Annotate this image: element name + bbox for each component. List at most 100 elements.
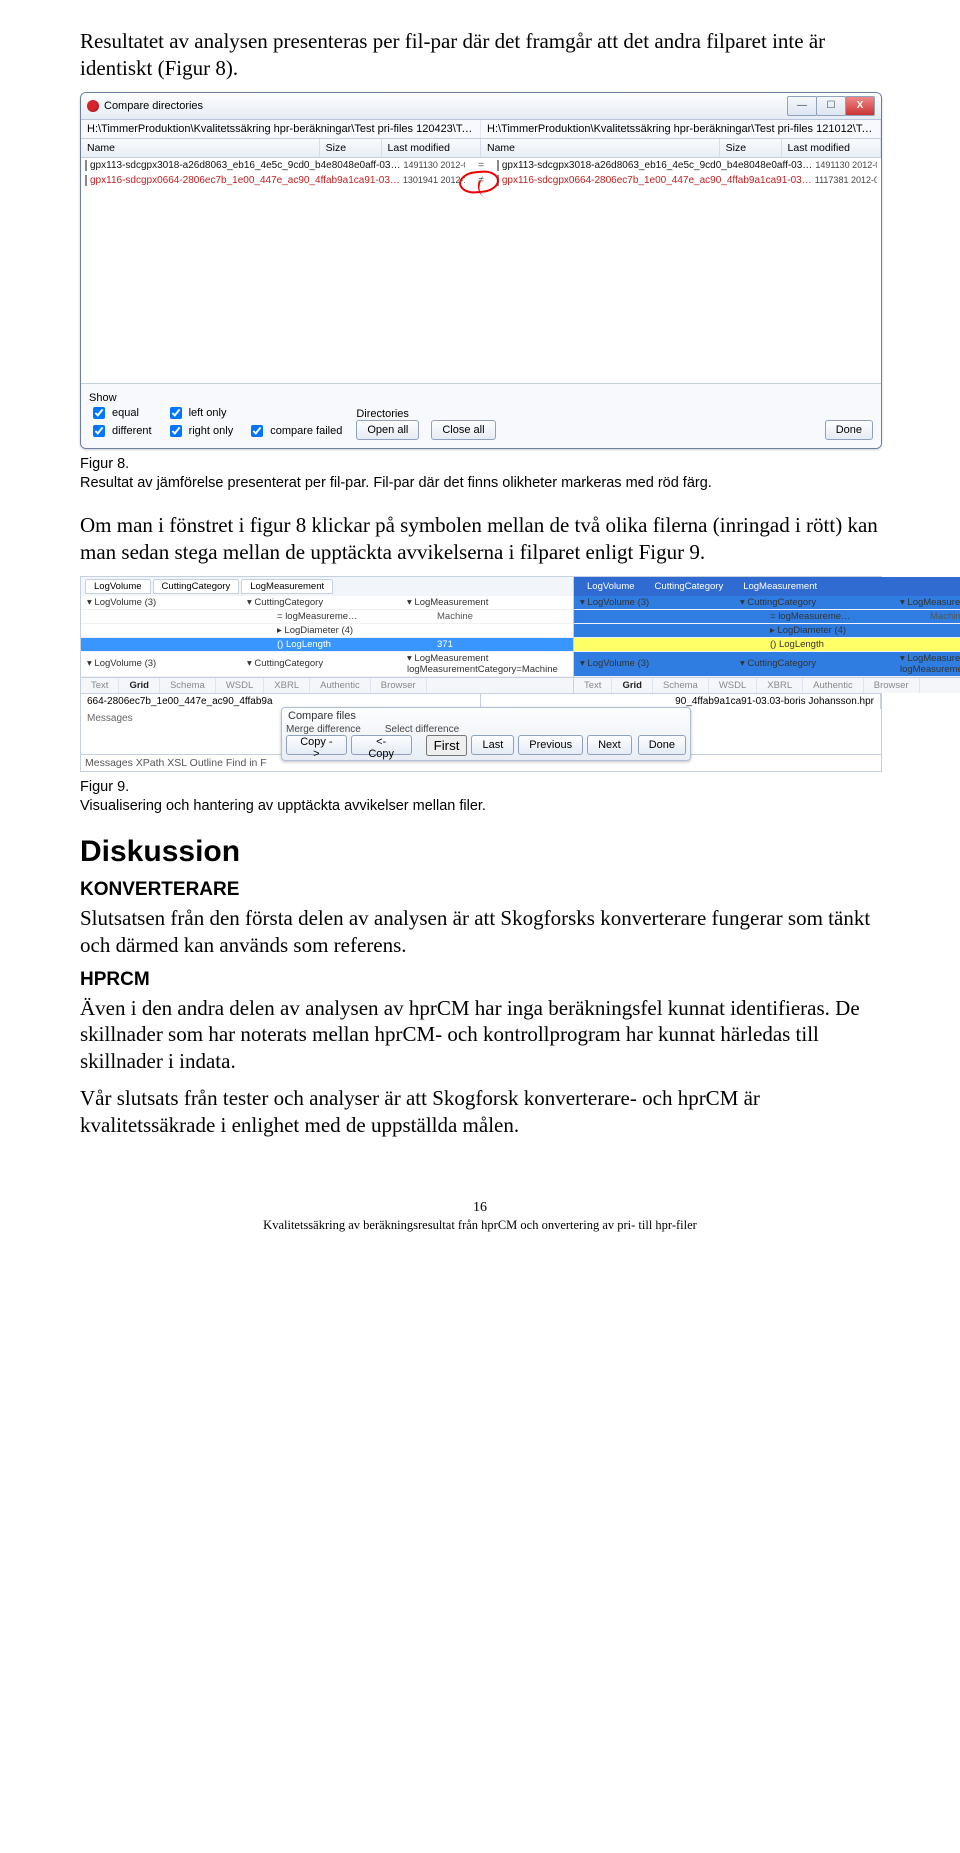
file-name-left: gpx116-sdcgpx0664-2806ec7b_1e00_447e_ac9… xyxy=(90,175,400,186)
footer-line: Kvalitetssäkring av beräkningsresultat f… xyxy=(80,1217,880,1233)
file-list: gpx113-sdcgpx3018-a26d8063_eb16_4e5c_9cd… xyxy=(81,158,881,383)
btab-xbrl[interactable]: XBRL xyxy=(264,678,310,693)
col-name-left[interactable]: Name xyxy=(81,139,320,157)
tree-row[interactable]: ▾ LogVolume (3)▾ CuttingCategory▾ LogMea… xyxy=(81,652,573,677)
left-bottom-tabs: Text Grid Schema WSDL XBRL Authentic Bro… xyxy=(81,677,573,693)
xml-compare-window: LogVolume CuttingCategory LogMeasurement… xyxy=(80,576,882,772)
path-left: H:\TimmerProduktion\Kvalitetssäkring hpr… xyxy=(81,120,481,138)
tree-row-highlighted[interactable]: () LogLength xyxy=(574,638,960,652)
done-button[interactable]: Done xyxy=(638,735,686,755)
tree-row[interactable]: = logMeasureme…Machine xyxy=(574,610,960,624)
btab-browser[interactable]: Browser xyxy=(864,678,920,693)
tab-logvolume[interactable]: LogVolume xyxy=(85,579,151,594)
dialog-titlebar: Compare directories — ☐ X xyxy=(81,93,881,120)
col-size-right[interactable]: Size xyxy=(720,139,782,157)
hprcm-text-2: Vår slutsats från tester och analyser är… xyxy=(80,1085,880,1139)
btab-authentic[interactable]: Authentic xyxy=(803,678,864,693)
open-all-button[interactable]: Open all xyxy=(356,420,419,440)
tab-cuttingcategory[interactable]: CuttingCategory xyxy=(646,579,733,594)
next-button[interactable]: Next xyxy=(587,735,632,755)
compare-files-toolbar: Compare files Merge difference Select di… xyxy=(281,707,691,761)
file-row[interactable]: gpx116-sdcgpx0664-2806ec7b_1e00_447e_ac9… xyxy=(81,173,881,188)
file-name-right: gpx113-sdcgpx3018-a26d8063_eb16_4e5c_9cd… xyxy=(502,160,812,171)
tree-row[interactable]: ▾ LogVolume (3)▾ CuttingCategory▾ LogMea… xyxy=(574,596,960,610)
merge-label: Merge difference xyxy=(286,724,361,735)
close-button[interactable]: X xyxy=(845,96,875,116)
file-meta-right: 1117381 2012-04-23 11:20 xyxy=(815,175,877,185)
btab-browser[interactable]: Browser xyxy=(371,678,427,693)
tab-cuttingcategory[interactable]: CuttingCategory xyxy=(153,579,240,594)
btab-schema[interactable]: Schema xyxy=(653,678,709,693)
btab-schema[interactable]: Schema xyxy=(160,678,216,693)
first-button[interactable]: First xyxy=(426,735,468,756)
col-lm-right[interactable]: Last modified xyxy=(782,139,881,157)
hprcm-heading: HPRCM xyxy=(80,969,880,991)
col-name-right[interactable]: Name xyxy=(481,139,720,157)
discussion-heading: Diskussion xyxy=(80,835,880,869)
left-pane: LogVolume CuttingCategory LogMeasurement… xyxy=(81,577,574,693)
not-equal-icon[interactable]: ≠ xyxy=(465,175,497,186)
maximize-button[interactable]: ☐ xyxy=(816,96,846,116)
figure-8-caption: Figur 8. Resultat av jämförelse presente… xyxy=(80,455,880,494)
select-label: Select difference xyxy=(385,724,459,735)
btab-wsdl[interactable]: WSDL xyxy=(709,678,757,693)
btab-text[interactable]: Text xyxy=(574,678,612,693)
col-lm-left[interactable]: Last modified xyxy=(382,139,481,157)
cb-equal[interactable] xyxy=(93,407,105,419)
cb-compare-failed[interactable] xyxy=(251,425,263,437)
mid-paragraph: Om man i fönstret i figur 8 klickar på s… xyxy=(80,512,880,566)
left-top-tabs: LogVolume CuttingCategory LogMeasurement xyxy=(81,577,573,596)
app-icon xyxy=(87,100,99,112)
btab-grid[interactable]: Grid xyxy=(612,678,653,693)
tree-row[interactable]: ▾ LogVolume (3)▾ CuttingCategory▾ LogMea… xyxy=(81,596,573,610)
tab-logvolume[interactable]: LogVolume xyxy=(578,579,644,594)
konverterare-text: Slutsatsen från den första delen av anal… xyxy=(80,905,880,959)
tree-row[interactable]: ▸ LogDiameter (4) xyxy=(81,624,573,638)
right-bottom-tabs: Text Grid Schema WSDL XBRL Authentic Bro… xyxy=(574,677,960,693)
done-button[interactable]: Done xyxy=(825,420,873,440)
btab-grid[interactable]: Grid xyxy=(119,678,160,693)
compare-directories-dialog: Compare directories — ☐ X H:\TimmerProdu… xyxy=(80,92,882,449)
copy-left-button[interactable]: <- Copy xyxy=(351,735,412,755)
previous-button[interactable]: Previous xyxy=(518,735,583,755)
tree-row[interactable]: ▸ LogDiameter (4) xyxy=(574,624,960,638)
column-headers: Name Size Last modified Name Size Last m… xyxy=(81,139,881,158)
tree-row[interactable]: ▾ LogVolume (3)▾ CuttingCategory▾ LogMea… xyxy=(574,652,960,677)
page-footer: 16 Kvalitetssäkring av beräkningsresulta… xyxy=(80,1199,880,1233)
tree-row-highlighted[interactable]: () LogLength371 xyxy=(81,638,573,652)
tree-row[interactable]: = logMeasureme…Machine xyxy=(81,610,573,624)
cb-right-only[interactable] xyxy=(170,425,182,437)
btab-text[interactable]: Text xyxy=(81,678,119,693)
last-button[interactable]: Last xyxy=(471,735,514,755)
bottom-tabs-text[interactable]: Messages XPath XSL Outline Find in F xyxy=(85,757,267,769)
col-size-left[interactable]: Size xyxy=(320,139,382,157)
directory-paths: H:\TimmerProduktion\Kvalitetssäkring hpr… xyxy=(81,120,881,139)
tab-logmeasurement[interactable]: LogMeasurement xyxy=(241,579,333,594)
minimize-button[interactable]: — xyxy=(787,96,817,116)
file-name-right: gpx116-sdcgpx0664-2806ec7b_1e00_447e_ac9… xyxy=(502,175,812,186)
file-meta-right: 1491130 2012-04-23 11:18 xyxy=(815,160,877,170)
file-meta-left: 1301941 2012-10-15 18:13 xyxy=(403,175,465,185)
btab-authentic[interactable]: Authentic xyxy=(310,678,371,693)
btab-xbrl[interactable]: XBRL xyxy=(757,678,803,693)
window-controls: — ☐ X xyxy=(788,96,875,116)
file-name-left: gpx113-sdcgpx3018-a26d8063_eb16_4e5c_9cd… xyxy=(90,160,400,171)
konverterare-heading: KONVERTERARE xyxy=(80,879,880,901)
equal-icon[interactable]: = xyxy=(465,160,497,171)
right-top-tabs: LogVolume CuttingCategory LogMeasurement xyxy=(574,577,960,596)
page-number: 16 xyxy=(80,1199,880,1217)
tab-logmeasurement[interactable]: LogMeasurement xyxy=(734,579,826,594)
close-all-button[interactable]: Close all xyxy=(431,420,495,440)
figure-9-caption: Figur 9. Visualisering och hantering av … xyxy=(80,778,880,817)
cb-different[interactable] xyxy=(93,425,105,437)
right-pane: LogVolume CuttingCategory LogMeasurement… xyxy=(574,577,960,693)
show-label: Show xyxy=(89,392,152,404)
btab-wsdl[interactable]: WSDL xyxy=(216,678,264,693)
dialog-title: Compare directories xyxy=(104,100,203,112)
cb-left-only[interactable] xyxy=(170,407,182,419)
directories-label: Directories xyxy=(356,408,495,420)
copy-right-button[interactable]: Copy -> xyxy=(286,735,347,755)
dialog-footer: Show equal different left only right onl… xyxy=(81,383,881,448)
toolbar-title: Compare files xyxy=(286,710,686,724)
intro-paragraph: Resultatet av analysen presenteras per f… xyxy=(80,28,880,82)
